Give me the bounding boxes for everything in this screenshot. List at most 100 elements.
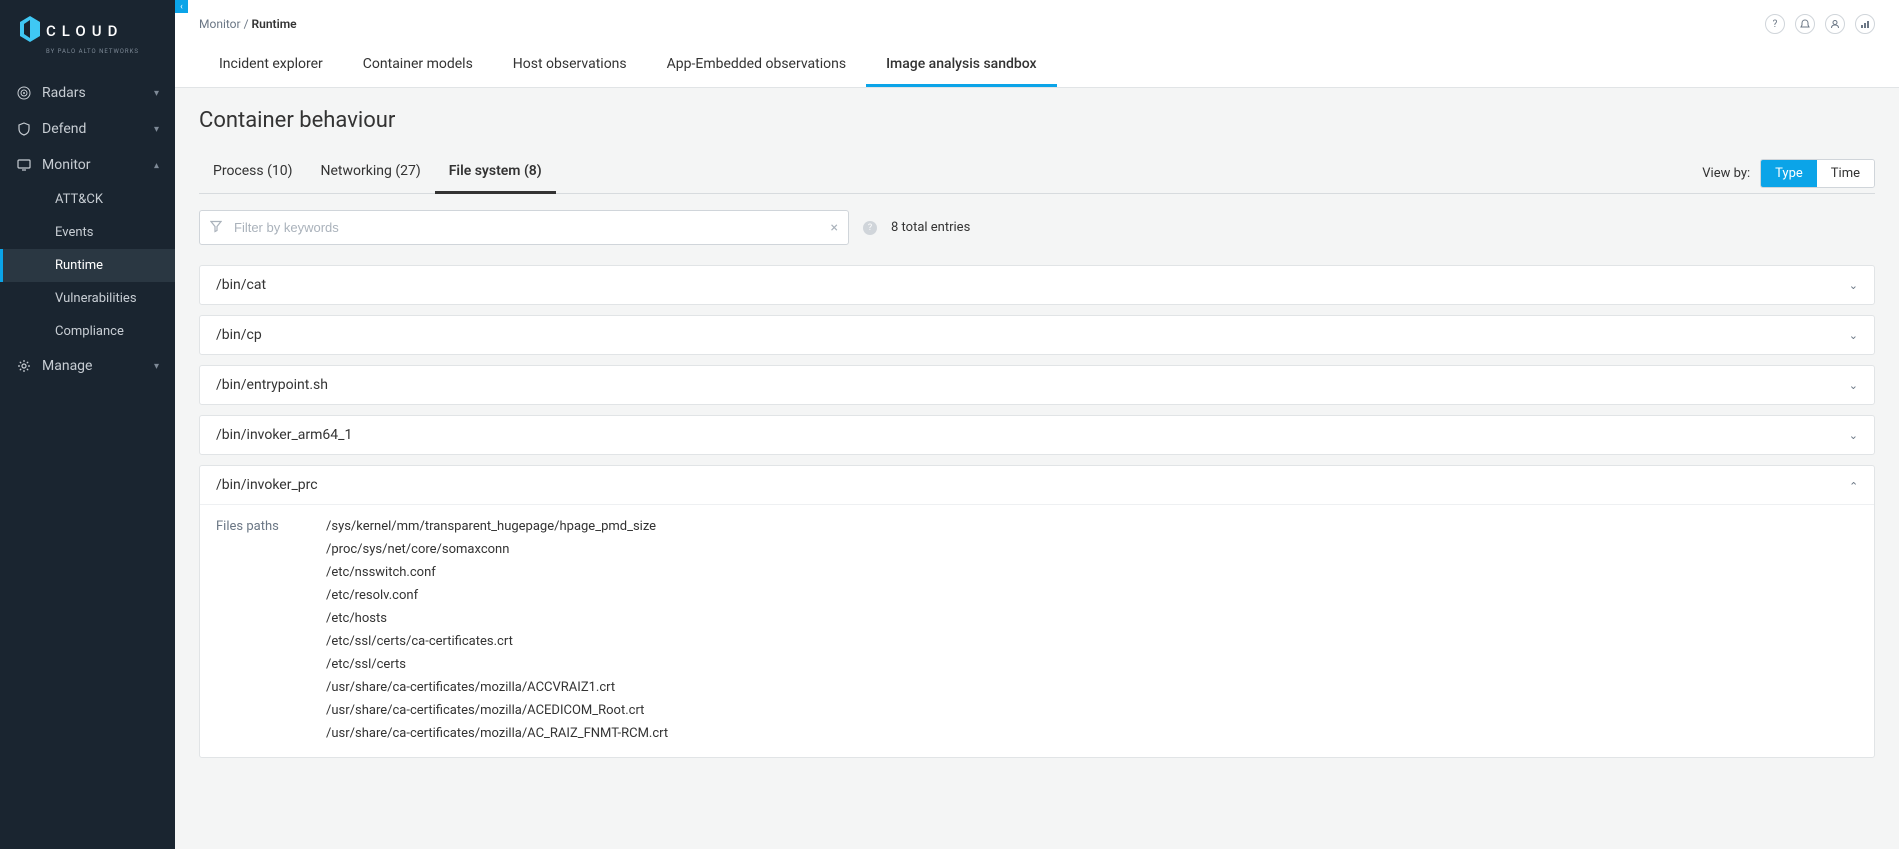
files-paths-label: Files paths [216, 519, 326, 741]
help-icon[interactable]: ? [1765, 14, 1785, 34]
file-path: /etc/hosts [326, 611, 668, 626]
chevron-down-icon: ⌄ [1849, 429, 1858, 442]
file-path: /usr/share/ca-certificates/mozilla/AC_RA… [326, 726, 668, 741]
sidebar-item-defend[interactable]: Defend ▾ [0, 111, 175, 147]
shield-icon [16, 122, 32, 136]
tab-incident-explorer[interactable]: Incident explorer [199, 46, 343, 87]
entry-header[interactable]: /bin/cp ⌄ [200, 316, 1874, 354]
breadcrumb: Monitor / Runtime [199, 17, 297, 31]
entries-list: /bin/cat⌄/bin/cp⌄/bin/entrypoint.sh⌄/bin… [199, 265, 1875, 758]
breadcrumb-current: Runtime [252, 17, 297, 31]
subtab-process[interactable]: Process (10) [199, 153, 307, 194]
sidebar-subitem-vulnerabilities[interactable]: Vulnerabilities [0, 282, 175, 315]
clear-icon[interactable]: × [831, 220, 838, 236]
view-by-type-button[interactable]: Type [1761, 160, 1817, 187]
chevron-down-icon: ⌄ [1849, 279, 1858, 292]
radar-icon [16, 86, 32, 100]
chevron-down-icon: ▾ [154, 361, 159, 372]
sidebar-collapse-button[interactable]: ‹ [175, 0, 188, 13]
entry-name: /bin/cp [216, 327, 262, 343]
sidebar-subitem-runtime[interactable]: Runtime [0, 249, 175, 282]
file-path: /etc/ssl/certs [326, 657, 668, 672]
brand-name: CLOUD [46, 22, 123, 40]
tab-host-observations[interactable]: Host observations [493, 46, 647, 87]
entry-name: /bin/entrypoint.sh [216, 377, 328, 393]
entry-accordion: /bin/invoker_prc ⌄ Files paths/sys/kernel/… [199, 465, 1875, 758]
subtabs: Process (10) Networking (27) File system… [199, 153, 556, 193]
chevron-down-icon: ▾ [154, 124, 159, 135]
brand-block: CLOUD BY PALO ALTO NETWORKS [0, 0, 175, 67]
sidebar-item-manage[interactable]: Manage ▾ [0, 348, 175, 384]
topbar: Monitor / Runtime ? Incident explorer Co… [175, 0, 1899, 88]
view-by-control: View by: Type Time [1702, 159, 1875, 188]
view-by-label: View by: [1702, 166, 1750, 181]
file-path: /etc/ssl/certs/ca-certificates.crt [326, 634, 668, 649]
files-paths-list: /sys/kernel/mm/transparent_hugepage/hpag… [326, 519, 668, 741]
sidebar-item-monitor[interactable]: Monitor ▾ [0, 147, 175, 183]
total-entries: 8 total entries [891, 220, 970, 235]
file-path: /etc/nsswitch.conf [326, 565, 668, 580]
filter-input[interactable] [199, 210, 849, 245]
subtab-networking[interactable]: Networking (27) [307, 153, 435, 194]
subtab-row: Process (10) Networking (27) File system… [199, 153, 1875, 194]
topbar-icons: ? [1765, 14, 1875, 34]
entry-accordion: /bin/cp ⌄ [199, 315, 1875, 355]
file-path: /usr/share/ca-certificates/mozilla/ACCVR… [326, 680, 668, 695]
help-dot-icon[interactable]: ? [863, 221, 877, 235]
file-path: /sys/kernel/mm/transparent_hugepage/hpag… [326, 519, 668, 534]
entry-header[interactable]: /bin/cat ⌄ [200, 266, 1874, 304]
entry-accordion: /bin/cat ⌄ [199, 265, 1875, 305]
sidebar-subitem-attck[interactable]: ATT&CK [0, 183, 175, 216]
tab-image-analysis-sandbox[interactable]: Image analysis sandbox [866, 46, 1057, 87]
sidebar-subitem-events[interactable]: Events [0, 216, 175, 249]
sidebar-subitem-compliance[interactable]: Compliance [0, 315, 175, 348]
main-area: Monitor / Runtime ? Incident explorer Co… [175, 0, 1899, 849]
primary-tabs: Incident explorer Container models Host … [199, 46, 1875, 87]
gear-icon [16, 359, 32, 373]
user-icon[interactable] [1825, 14, 1845, 34]
chart-icon[interactable] [1855, 14, 1875, 34]
view-by-time-button[interactable]: Time [1817, 160, 1874, 187]
filter-box: × [199, 210, 849, 245]
sidebar-item-label: Monitor [42, 157, 91, 173]
chevron-up-icon: ⌄ [1849, 479, 1858, 492]
sidebar-item-label: Defend [42, 121, 86, 137]
entry-header[interactable]: /bin/invoker_prc ⌄ [200, 466, 1874, 504]
view-by-segment: Type Time [1760, 159, 1875, 188]
entry-name: /bin/cat [216, 277, 266, 293]
bell-icon[interactable] [1795, 14, 1815, 34]
sidebar-item-label: Radars [42, 85, 86, 101]
filter-icon [210, 220, 222, 235]
chevron-down-icon: ▾ [154, 88, 159, 99]
sidebar-item-radars[interactable]: Radars ▾ [0, 75, 175, 111]
entry-accordion: /bin/entrypoint.sh ⌄ [199, 365, 1875, 405]
sidebar: ‹ CLOUD BY PALO ALTO NETWORKS Radars ▾ D… [0, 0, 175, 849]
entry-header[interactable]: /bin/invoker_arm64_1 ⌄ [200, 416, 1874, 454]
filter-row: × ? 8 total entries [199, 210, 1875, 245]
file-path: /proc/sys/net/core/somaxconn [326, 542, 668, 557]
content-scroll[interactable]: Container behaviour Process (10) Network… [175, 88, 1899, 849]
chevron-down-icon: ⌄ [1849, 329, 1858, 342]
entry-accordion: /bin/invoker_arm64_1 ⌄ [199, 415, 1875, 455]
tab-container-models[interactable]: Container models [343, 46, 493, 87]
breadcrumb-parent[interactable]: Monitor [199, 17, 241, 31]
file-path: /etc/resolv.conf [326, 588, 668, 603]
entry-body: Files paths/sys/kernel/mm/transparent_hu… [200, 504, 1874, 757]
brand-subtitle: BY PALO ALTO NETWORKS [46, 48, 155, 55]
sidebar-submenu-monitor: ATT&CK Events Runtime Vulnerabilities Co… [0, 183, 175, 348]
chevron-down-icon: ⌄ [1849, 379, 1858, 392]
file-path: /usr/share/ca-certificates/mozilla/ACEDI… [326, 703, 668, 718]
subtab-file-system[interactable]: File system (8) [435, 153, 556, 194]
entry-name: /bin/invoker_prc [216, 477, 318, 493]
sidebar-item-label: Manage [42, 358, 92, 374]
chevron-left-icon: ‹ [180, 2, 183, 12]
chevron-up-icon: ▾ [154, 160, 159, 171]
breadcrumb-separator: / [244, 17, 249, 31]
entry-header[interactable]: /bin/entrypoint.sh ⌄ [200, 366, 1874, 404]
monitor-icon [16, 158, 32, 172]
page-title: Container behaviour [199, 108, 1875, 133]
logo-icon [20, 16, 40, 46]
tab-app-embedded-observations[interactable]: App-Embedded observations [647, 46, 866, 87]
entry-name: /bin/invoker_arm64_1 [216, 427, 352, 443]
sidebar-nav: Radars ▾ Defend ▾ Monitor ▾ ATT&CK Event… [0, 75, 175, 384]
